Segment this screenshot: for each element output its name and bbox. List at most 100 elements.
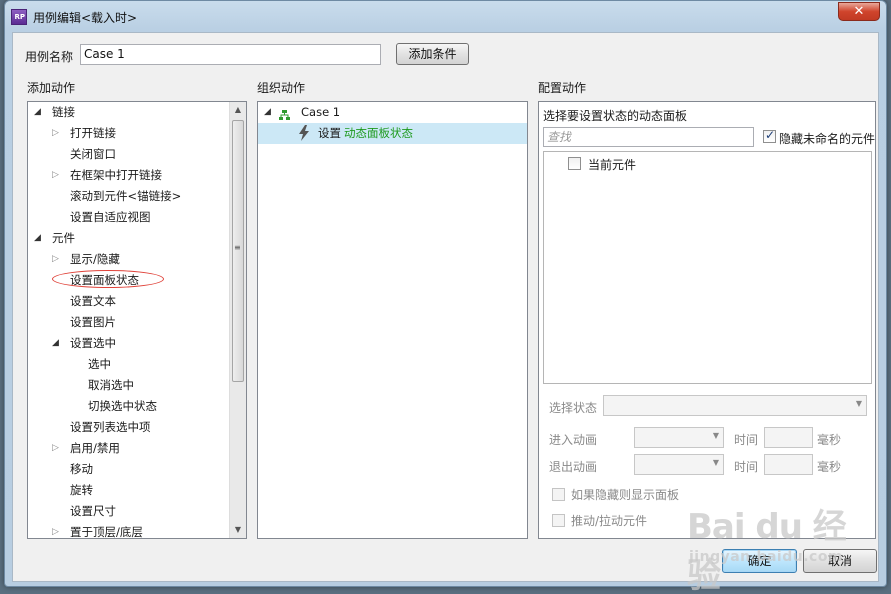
current-widget-checkbox[interactable]: [568, 157, 581, 170]
case-tree-icon: [279, 107, 290, 120]
tree-item-label: 设置图片: [70, 315, 116, 329]
tree-item-label: 置于顶层/底层: [70, 525, 143, 539]
tree-item[interactable]: ◢ 设置选中: [28, 333, 228, 354]
tree-item-label: 元件: [52, 231, 75, 245]
tree-item-label: 关闭窗口: [70, 147, 116, 161]
grip-icon: ≡: [234, 243, 241, 252]
tree-item[interactable]: 取消选中: [28, 375, 228, 396]
exit-anim-dropdown[interactable]: ▼: [634, 454, 724, 475]
tree-item-label: 在框架中打开链接: [70, 168, 162, 182]
exit-anim-label: 退出动画: [549, 460, 598, 474]
show-if-hidden-checkbox[interactable]: [552, 488, 565, 501]
scroll-thumb[interactable]: ≡: [232, 120, 244, 382]
expand-open-icon[interactable]: ◢: [52, 333, 59, 354]
tree-item-label: 切换选中状态: [88, 399, 157, 413]
enter-ms-label: 毫秒: [817, 433, 842, 447]
tree-item-label: 选中: [88, 357, 111, 371]
dropdown-arrow-icon: ▼: [712, 458, 719, 467]
tree-item[interactable]: ▷ 打开链接: [28, 123, 228, 144]
tree-item[interactable]: 设置列表选中项: [28, 417, 228, 438]
expand-closed-icon[interactable]: ▷: [52, 123, 59, 144]
tree-item-label: 设置列表选中项: [70, 420, 151, 434]
add-actions-header: 添加动作: [27, 81, 76, 95]
search-input[interactable]: 查找: [543, 127, 754, 147]
action-target: 动态面板状态: [344, 126, 413, 140]
enter-time-input[interactable]: [764, 427, 813, 448]
tree-item-label: 打开链接: [70, 126, 116, 140]
expand-open-icon[interactable]: ◢: [34, 102, 41, 123]
exit-ms-label: 毫秒: [817, 460, 842, 474]
watermark-brand: Bai du 经验: [687, 507, 847, 594]
lightning-icon: [298, 125, 310, 148]
expand-closed-icon[interactable]: ▷: [52, 438, 59, 459]
tree-item[interactable]: 移动: [28, 459, 228, 480]
tree-item-label: 滚动到元件<锚链接>: [70, 189, 182, 203]
tree-item[interactable]: 关闭窗口: [28, 144, 228, 165]
tree-item[interactable]: 滚动到元件<锚链接>: [28, 186, 228, 207]
tree-item[interactable]: 设置自适应视图: [28, 207, 228, 228]
hide-unnamed-checkbox[interactable]: [763, 128, 776, 143]
hide-unnamed-label: 隐藏未命名的元件: [779, 132, 876, 146]
configure-actions-panel: 选择要设置状态的动态面板 查找 隐藏未命名的元件 当前元件 选择状态 ▼ 进入动…: [538, 101, 876, 539]
tree-item-label: 取消选中: [88, 378, 134, 392]
enter-anim-dropdown[interactable]: ▼: [634, 427, 724, 448]
tree-item[interactable]: ▷ 启用/禁用: [28, 438, 228, 459]
tree-item[interactable]: 切换选中状态: [28, 396, 228, 417]
tree-item-label: 显示/隐藏: [70, 252, 120, 266]
exit-time-input[interactable]: [764, 454, 813, 475]
tree-item[interactable]: 设置文本: [28, 291, 228, 312]
baidu-watermark: Bai du 经验 jingyan.baidu.com: [687, 493, 857, 594]
tree-item[interactable]: ◢ 链接: [28, 102, 228, 123]
dropdown-arrow-icon: ▼: [855, 399, 862, 408]
scroll-down-icon[interactable]: ▼: [230, 522, 246, 538]
tree-item[interactable]: 设置尺寸: [28, 501, 228, 522]
case-editor-dialog: RP 用例编辑<载入时> ✕ 用例名称 Case 1 添加条件 添加动作 组织动…: [4, 0, 887, 594]
search-placeholder: 查找: [547, 130, 572, 144]
highlight-ellipse: [52, 270, 164, 288]
select-state-dropdown[interactable]: ▼: [603, 395, 867, 416]
tree-item-label: 设置尺寸: [70, 504, 116, 518]
expand-open-icon[interactable]: ◢: [264, 102, 271, 123]
current-widget-label: 当前元件: [588, 158, 637, 172]
watermark-url: jingyan.baidu.com: [689, 549, 844, 565]
show-if-hidden-label: 如果隐藏则显示面板: [571, 488, 680, 502]
tree-scrollbar[interactable]: ▲ ≡ ▼: [229, 102, 246, 538]
expand-closed-icon[interactable]: ▷: [52, 249, 59, 270]
select-state-label: 选择状态: [549, 401, 598, 415]
case-node-label: Case 1: [301, 105, 341, 119]
tree-item[interactable]: ▷ 置于顶层/底层: [28, 522, 228, 539]
add-condition-button[interactable]: 添加条件: [396, 43, 469, 65]
configure-actions-header: 配置动作: [538, 81, 587, 95]
expand-closed-icon[interactable]: ▷: [52, 522, 59, 538]
window-title: 用例编辑<载入时>: [33, 11, 138, 25]
case-name-input[interactable]: Case 1: [80, 44, 381, 65]
push-pull-checkbox[interactable]: [552, 514, 565, 527]
expand-open-icon[interactable]: ◢: [34, 228, 41, 249]
enter-anim-label: 进入动画: [549, 433, 598, 447]
tree-item[interactable]: 设置图片: [28, 312, 228, 333]
case-node[interactable]: ◢ Case 1: [258, 102, 527, 123]
axure-rp-icon: RP: [11, 9, 27, 25]
tree-item-label: 旋转: [70, 483, 93, 497]
tree-item[interactable]: ▷ 在框架中打开链接: [28, 165, 228, 186]
action-node-selected[interactable]: 设置 动态面板状态: [258, 123, 527, 144]
exit-time-label: 时间: [734, 460, 759, 474]
add-actions-tree: ◢ 链接 ▷ 打开链接 关闭窗口 ▷ 在框架中打开链接 滚动到元件<锚链接> 设置自适应视图 ◢ 元…: [27, 101, 247, 539]
tree-item[interactable]: 选中: [28, 354, 228, 375]
config-subheader: 选择要设置状态的动态面板: [543, 109, 688, 123]
expand-closed-icon[interactable]: ▷: [52, 165, 59, 186]
organize-actions-header: 组织动作: [257, 81, 306, 95]
tree-item[interactable]: ◢ 元件: [28, 228, 228, 249]
title-bar[interactable]: RP 用例编辑<载入时> ✕: [5, 1, 886, 31]
tree-item-label: 设置自适应视图: [70, 210, 151, 224]
push-pull-label: 推动/拉动元件: [571, 514, 648, 528]
enter-time-label: 时间: [734, 433, 759, 447]
scroll-up-icon[interactable]: ▲: [230, 102, 246, 118]
panel-list: 当前元件: [543, 151, 872, 384]
dropdown-arrow-icon: ▼: [712, 431, 719, 440]
tree-item-label: 设置选中: [70, 336, 116, 350]
close-button[interactable]: ✕: [838, 2, 880, 21]
action-prefix: 设置: [318, 126, 341, 140]
tree-item[interactable]: ▷ 显示/隐藏: [28, 249, 228, 270]
tree-item[interactable]: 旋转: [28, 480, 228, 501]
